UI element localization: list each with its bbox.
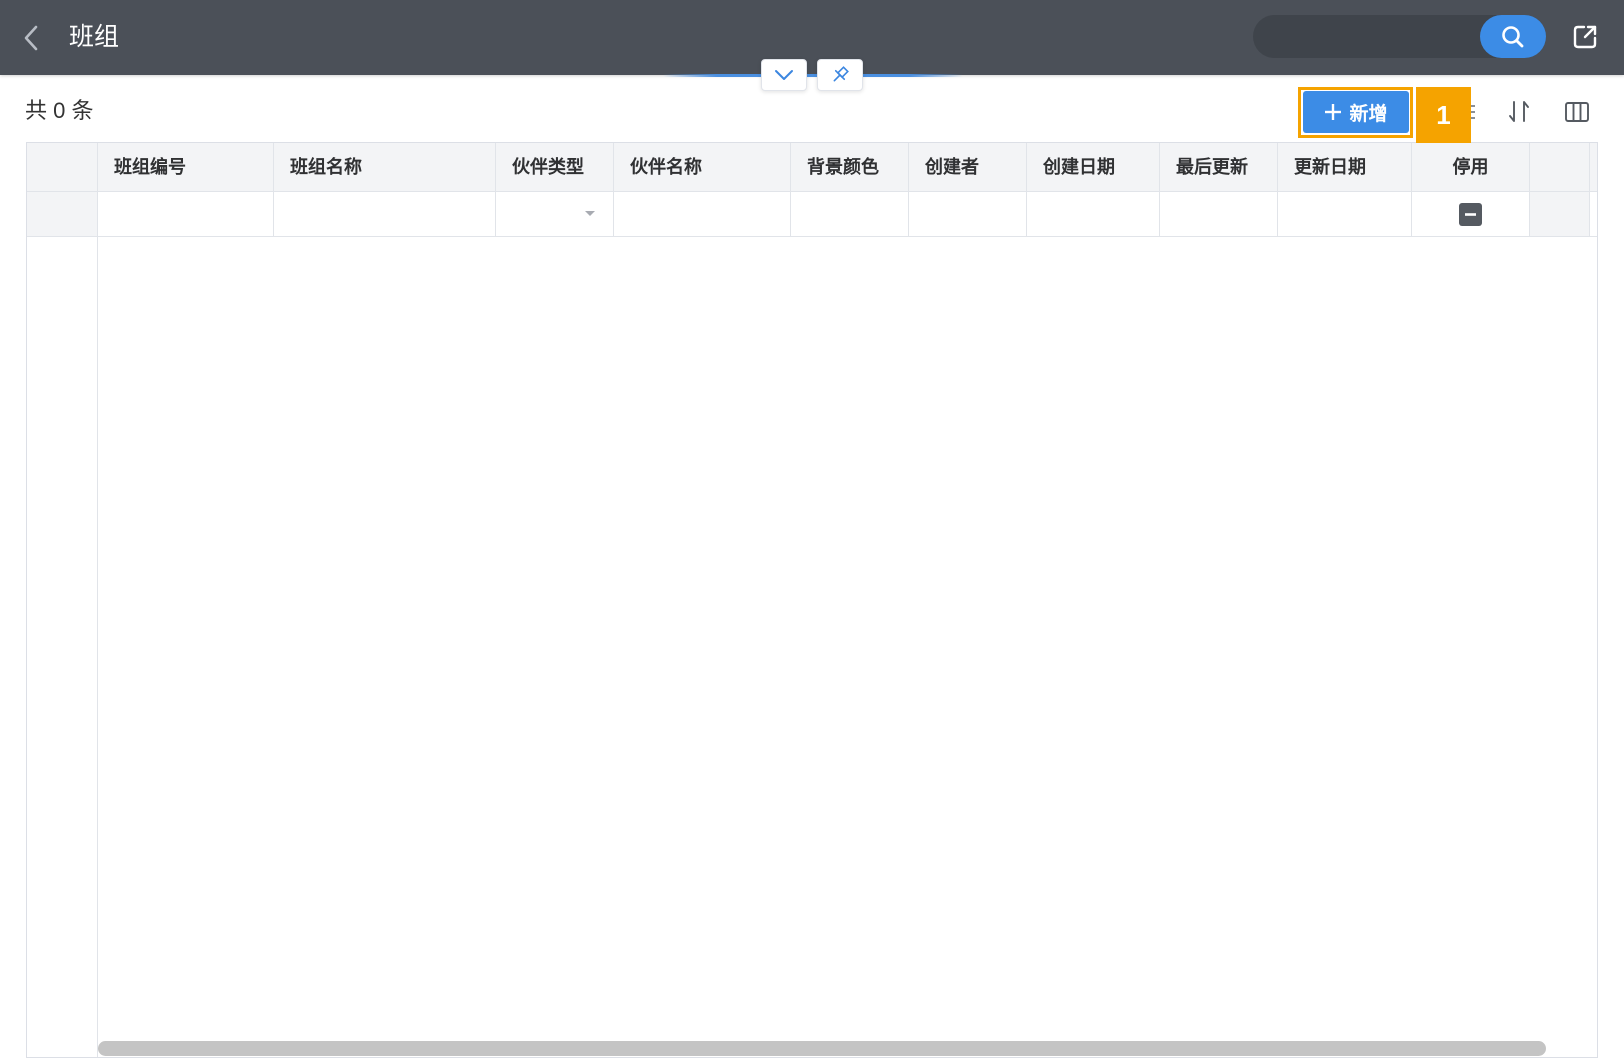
column-header-label: 背景颜色 bbox=[807, 157, 879, 177]
chevron-down-icon bbox=[775, 70, 793, 80]
add-button-label: 新增 bbox=[1349, 103, 1388, 125]
filter-created-date-input[interactable] bbox=[1027, 192, 1159, 236]
add-button[interactable]: 新增 bbox=[1303, 91, 1409, 133]
columns-icon bbox=[1565, 102, 1589, 122]
sort-icon bbox=[1509, 101, 1529, 122]
column-header-label: 班组名称 bbox=[290, 157, 362, 177]
column-header-partner-type[interactable]: 伙伴类型 bbox=[496, 143, 614, 191]
collapse-header-button[interactable] bbox=[761, 59, 807, 91]
column-header-team-name[interactable]: 班组名称 bbox=[274, 143, 496, 191]
filter-last-updated-by-input[interactable] bbox=[1160, 192, 1277, 236]
table-header-row: 班组编号 班组名称 伙伴类型 伙伴名称 背景颜色 创建者 创建日期 最后更新 更… bbox=[27, 143, 1597, 192]
search-icon bbox=[1502, 25, 1524, 47]
horizontal-scrollbar[interactable] bbox=[98, 1041, 1588, 1056]
column-header-label: 伙伴类型 bbox=[512, 157, 584, 177]
filter-partner-name-input[interactable] bbox=[614, 192, 790, 236]
table-body-index-column bbox=[27, 237, 98, 1057]
column-header-partner-name[interactable]: 伙伴名称 bbox=[614, 143, 791, 191]
column-settings-button[interactable] bbox=[1563, 98, 1591, 126]
filter-cell bbox=[614, 192, 791, 236]
filter-cell bbox=[1160, 192, 1278, 236]
filter-team-code-input[interactable] bbox=[98, 192, 273, 236]
data-table: 班组编号 班组名称 伙伴类型 伙伴名称 背景颜色 创建者 创建日期 最后更新 更… bbox=[26, 142, 1598, 1058]
column-header-label: 停用 bbox=[1452, 157, 1489, 177]
filter-partner-type-value bbox=[496, 192, 613, 236]
search-button[interactable] bbox=[1480, 15, 1546, 58]
filter-partner-type-select[interactable] bbox=[496, 192, 614, 236]
filter-actions-cell bbox=[1530, 192, 1590, 236]
top-bar: 班组 bbox=[0, 0, 1624, 75]
filter-cell bbox=[1412, 192, 1530, 236]
filter-gutter-cell bbox=[1590, 192, 1597, 236]
column-header-creator[interactable]: 创建者 bbox=[909, 143, 1027, 191]
filter-cell bbox=[1278, 192, 1412, 236]
column-header-created-date[interactable]: 创建日期 bbox=[1027, 143, 1160, 191]
search-box bbox=[1253, 15, 1546, 58]
pin-header-button[interactable] bbox=[817, 59, 863, 91]
filter-cell bbox=[909, 192, 1027, 236]
column-header-label: 班组编号 bbox=[114, 157, 186, 177]
column-header-label: 最后更新 bbox=[1176, 157, 1248, 177]
collapse-indicator-line bbox=[663, 74, 963, 77]
filter-disabled-checkbox[interactable] bbox=[1412, 192, 1529, 236]
caret-down-icon bbox=[585, 211, 595, 216]
table-body bbox=[27, 237, 1597, 1057]
column-header-label: 伙伴名称 bbox=[630, 157, 702, 177]
filter-background-color-input[interactable] bbox=[791, 192, 908, 236]
column-header-team-code[interactable]: 班组编号 bbox=[98, 143, 274, 191]
search-input[interactable] bbox=[1269, 21, 1474, 52]
filter-cell bbox=[791, 192, 909, 236]
filter-updated-date-input[interactable] bbox=[1278, 192, 1411, 236]
back-button[interactable] bbox=[18, 22, 46, 54]
header-select-cell bbox=[27, 143, 98, 191]
filter-team-name-input[interactable] bbox=[274, 192, 495, 236]
column-header-actions bbox=[1530, 143, 1590, 191]
pin-icon bbox=[833, 66, 849, 82]
table-filter-row bbox=[27, 192, 1597, 237]
column-header-updated-date[interactable]: 更新日期 bbox=[1278, 143, 1412, 191]
chevron-left-icon bbox=[24, 25, 38, 51]
filter-cell bbox=[274, 192, 496, 236]
filter-creator-input[interactable] bbox=[909, 192, 1026, 236]
external-link-icon bbox=[1573, 25, 1597, 49]
filter-cell bbox=[98, 192, 274, 236]
horizontal-scrollbar-thumb[interactable] bbox=[98, 1041, 1546, 1056]
column-header-label: 更新日期 bbox=[1294, 157, 1366, 177]
open-external-button[interactable] bbox=[1568, 20, 1602, 54]
minus-square-icon bbox=[1459, 202, 1482, 226]
column-header-disabled[interactable]: 停用 bbox=[1412, 143, 1530, 191]
page-title: 班组 bbox=[69, 23, 120, 51]
column-header-last-updated-by[interactable]: 最后更新 bbox=[1160, 143, 1278, 191]
plus-icon bbox=[1325, 104, 1342, 120]
filter-select-cell bbox=[27, 192, 98, 236]
filter-cell bbox=[1027, 192, 1160, 236]
record-count: 共 0 条 bbox=[25, 98, 94, 123]
column-header-label: 创建日期 bbox=[1043, 157, 1115, 177]
column-header-label: 创建者 bbox=[925, 157, 979, 177]
sort-button[interactable] bbox=[1505, 98, 1533, 126]
annotation-step-badge: 1 bbox=[1416, 87, 1471, 143]
column-header-background-color[interactable]: 背景颜色 bbox=[791, 143, 909, 191]
column-header-gutter bbox=[1590, 143, 1597, 191]
